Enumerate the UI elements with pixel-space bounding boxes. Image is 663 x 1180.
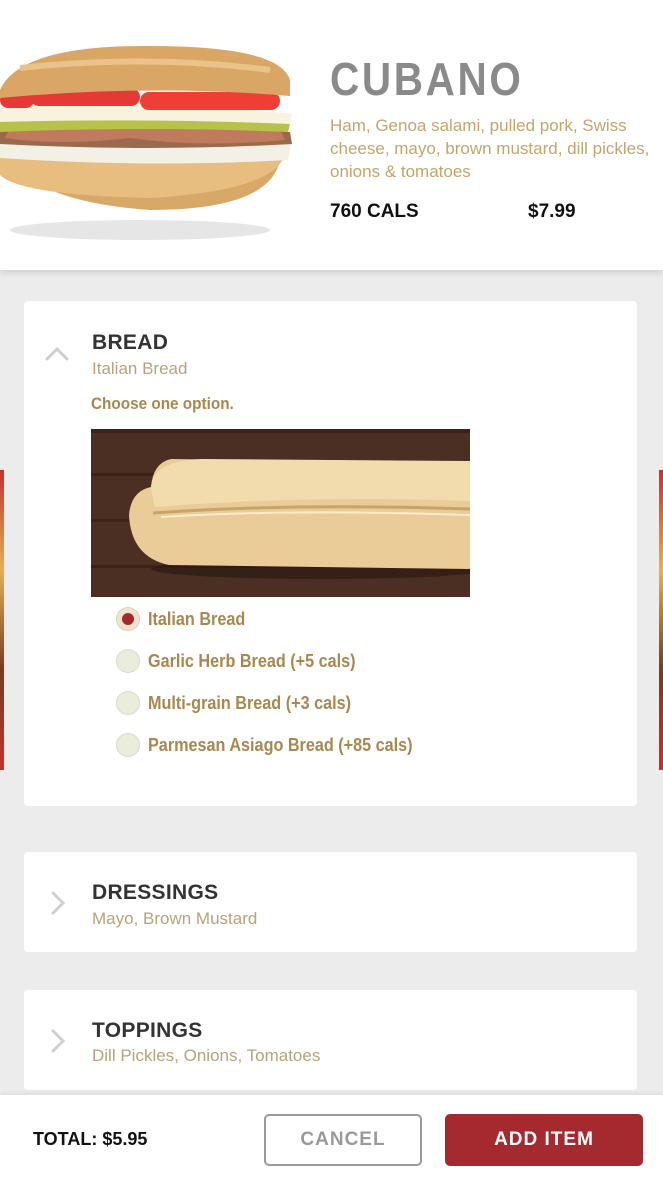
radio-selected[interactable] (116, 607, 140, 631)
dressings-section-selection: Mayo, Brown Mustard (92, 909, 258, 928)
bread-option-label: Italian Bread (148, 608, 246, 629)
sandwich-image (0, 45, 292, 240)
radio-unselected[interactable] (116, 649, 140, 673)
background-edge-right (659, 470, 663, 770)
chevron-right-icon[interactable] (44, 1028, 70, 1054)
bread-option-label: Parmesan Asiago Bread (+85 cals) (148, 734, 413, 755)
order-total: TOTAL: $5.95 (33, 1129, 148, 1149)
chevron-up-icon[interactable] (44, 341, 70, 367)
radio-unselected[interactable] (116, 733, 140, 757)
bread-section-selection: Italian Bread (92, 359, 188, 378)
cancel-button[interactable]: CANCEL (264, 1114, 422, 1166)
add-item-button[interactable]: ADD ITEM (445, 1114, 643, 1166)
radio-unselected[interactable] (116, 691, 140, 715)
bread-instruction: Choose one option. (91, 394, 234, 413)
bread-option-label: Multi-grain Bread (+3 cals) (148, 692, 352, 713)
toppings-section[interactable]: TOPPINGS Dill Pickles, Onions, Tomatoes (24, 990, 637, 1090)
bread-option-label: Garlic Herb Bread (+5 cals) (148, 650, 356, 671)
toppings-section-title[interactable]: TOPPINGS (92, 1019, 203, 1043)
bread-image (91, 429, 470, 597)
background-edge-left (0, 470, 4, 770)
bread-option-multi-grain[interactable]: Multi-grain Bread (+3 cals) (116, 690, 374, 716)
item-price: $7.99 (528, 201, 576, 222)
bread-option-parmesan-asiago[interactable]: Parmesan Asiago Bread (+85 cals) (116, 732, 442, 758)
bread-option-italian[interactable]: Italian Bread (116, 606, 256, 632)
dressings-section[interactable]: DRESSINGS Mayo, Brown Mustard (24, 852, 637, 952)
item-title: CUBANO (330, 53, 524, 105)
bread-option-garlic-herb[interactable]: Garlic Herb Bread (+5 cals) (116, 648, 379, 674)
chevron-right-icon[interactable] (44, 890, 70, 916)
dressings-section-title[interactable]: DRESSINGS (92, 881, 218, 905)
toppings-section-selection: Dill Pickles, Onions, Tomatoes (92, 1046, 321, 1065)
bread-section-title[interactable]: BREAD (92, 331, 168, 355)
item-header: CUBANO Ham, Genoa salami, pulled pork, S… (0, 0, 663, 270)
item-calories: 760 CALS (330, 201, 419, 222)
item-description: Ham, Genoa salami, pulled pork, Swiss ch… (330, 116, 650, 181)
order-footer: TOTAL: $5.95 CANCEL ADD ITEM (0, 1095, 663, 1180)
bread-section: BREAD Italian Bread Choose one option. I… (24, 301, 637, 806)
